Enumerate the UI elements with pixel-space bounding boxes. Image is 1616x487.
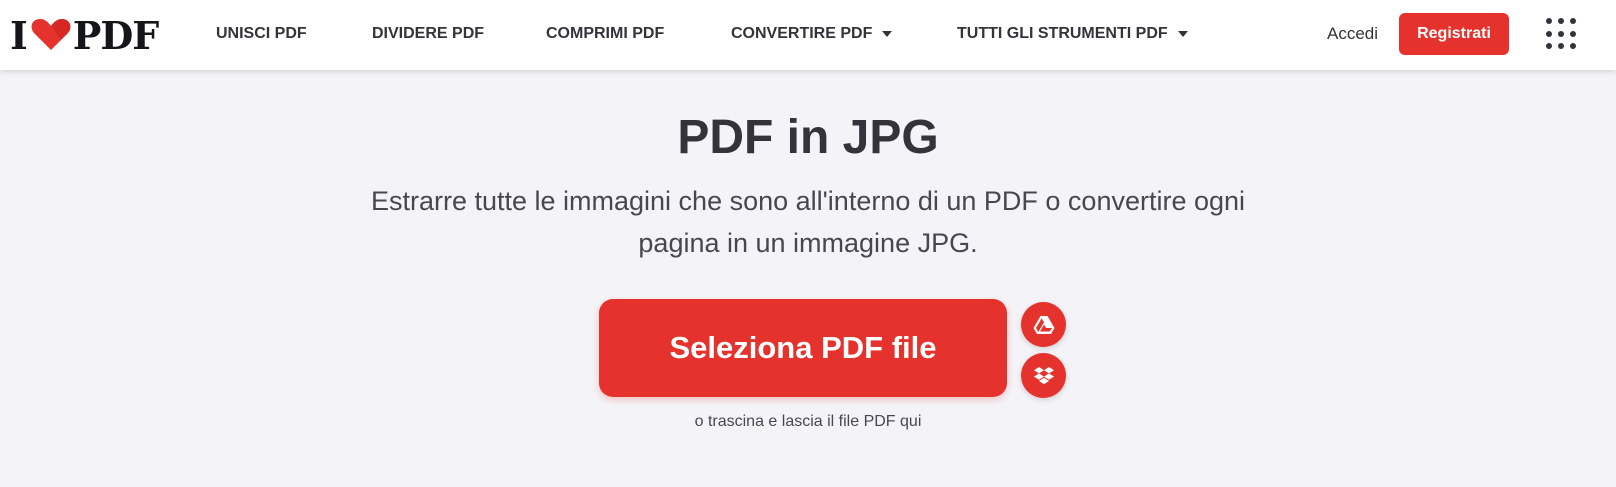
- select-pdf-button[interactable]: Seleziona PDF file: [599, 299, 1007, 397]
- nav-label: TUTTI GLI STRUMENTI PDF: [957, 25, 1168, 42]
- caret-down-icon: [882, 31, 893, 37]
- nav-label: UNISCI PDF: [216, 25, 307, 42]
- logo-letters-pdf: PDF: [72, 12, 160, 58]
- subtitle-line-2: pagina in un immagine JPG.: [638, 228, 978, 258]
- nav-unisci-pdf[interactable]: UNISCI PDF: [216, 22, 307, 46]
- nav-comprimi-pdf[interactable]: COMPRIMI PDF: [546, 22, 664, 46]
- nav-label: CONVERTIRE PDF: [731, 25, 873, 42]
- logo-letter-i: I: [10, 12, 28, 58]
- nav-dividere-pdf[interactable]: DIVIDERE PDF: [372, 22, 484, 46]
- drop-hint-text: o trascina e lascia il file PDF qui: [694, 413, 922, 430]
- heart-logo-icon: [31, 19, 71, 50]
- register-button[interactable]: Registrati: [1399, 13, 1509, 55]
- nav-label: COMPRIMI PDF: [546, 25, 665, 42]
- page-title: PDF in JPG: [677, 111, 939, 164]
- apps-grid-icon[interactable]: [1546, 18, 1578, 50]
- google-drive-icon: [1033, 315, 1054, 334]
- page-subtitle: Estrarre tutte le immagini che sono all'…: [308, 180, 1308, 264]
- login-link[interactable]: Accedi: [1327, 22, 1378, 46]
- subtitle-line-1: Estrarre tutte le immagini che sono all'…: [370, 186, 1246, 216]
- caret-down-icon: [1177, 31, 1188, 37]
- nav-convertire-pdf[interactable]: CONVERTIRE PDF: [731, 22, 893, 46]
- nav-label: DIVIDERE PDF: [372, 25, 485, 42]
- top-navbar: I PDF UNISCI PDF DIVIDERE PDF COMPRIMI P…: [0, 0, 1616, 70]
- dropbox-icon: [1033, 366, 1054, 384]
- nav-tutti-gli-strumenti[interactable]: TUTTI GLI STRUMENTI PDF: [957, 22, 1188, 46]
- ilovepdf-logo[interactable]: I PDF: [10, 13, 159, 58]
- dropbox-button[interactable]: [1021, 353, 1066, 398]
- google-drive-button[interactable]: [1021, 302, 1066, 347]
